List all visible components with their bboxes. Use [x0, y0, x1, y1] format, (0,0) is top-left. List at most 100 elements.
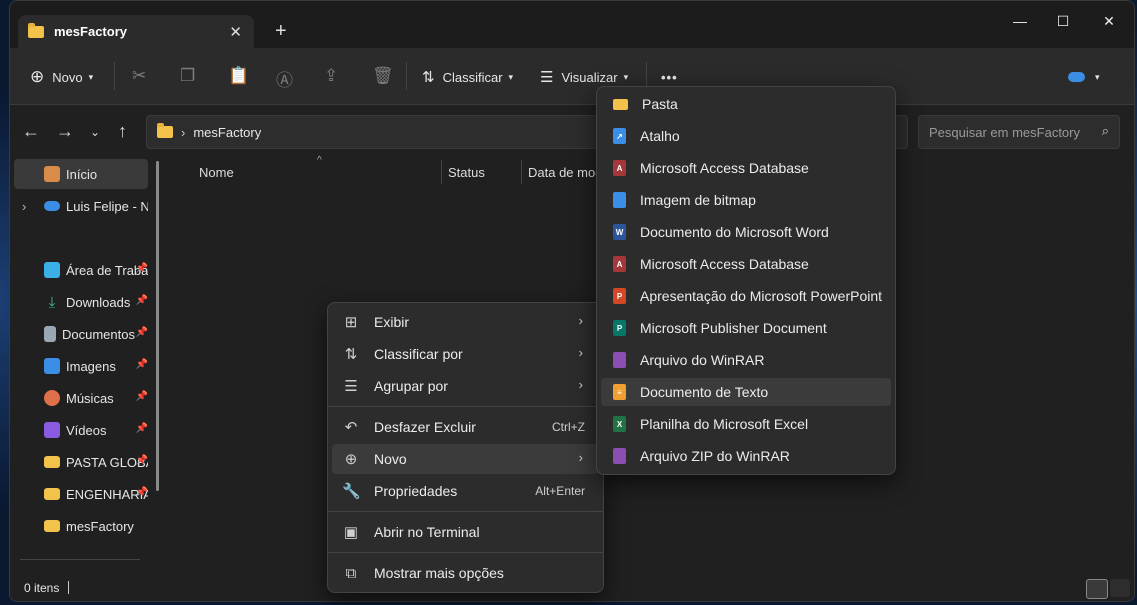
back-button[interactable]: ←	[22, 121, 40, 142]
paste-icon[interactable]: 📋	[228, 66, 249, 86]
access-icon: A	[613, 256, 626, 272]
sidebar-scrollbar[interactable]	[156, 161, 159, 491]
item-count: 0 itens	[24, 581, 60, 595]
column-divider[interactable]	[441, 160, 442, 184]
sidebar-item-pictures[interactable]: Imagens 📌	[14, 351, 148, 381]
column-header-date-modified[interactable]: Data de mod	[528, 165, 602, 180]
rename-icon[interactable]: Ⓐ	[276, 66, 293, 91]
menu-item-propriedades[interactable]: 🔧 Propriedades Alt+Enter	[332, 476, 599, 506]
sidebar-item-videos[interactable]: Vídeos 📌	[14, 415, 148, 445]
winrar-zip-icon	[613, 448, 626, 464]
close-tab-icon[interactable]: ✕	[229, 23, 242, 41]
sidebar-item-documents[interactable]: Documentos 📌	[14, 319, 148, 349]
view-button[interactable]: ☰ Visualizar ▾	[540, 66, 628, 88]
menu-item-desfazer-excluir[interactable]: ↶ Desfazer Excluir Ctrl+Z	[332, 412, 599, 442]
chevron-right-icon: ›	[578, 377, 583, 392]
toolbar-divider	[406, 62, 407, 90]
submenu-item-pasta[interactable]: Pasta	[601, 90, 891, 118]
more-options-button[interactable]: •••	[661, 66, 678, 88]
submenu-item-word[interactable]: W Documento do Microsoft Word	[601, 218, 891, 246]
toolbar-divider	[114, 62, 115, 90]
tiles-view-button[interactable]	[1110, 579, 1130, 597]
menu-item-exibir[interactable]: ⊞ Exibir ›	[332, 307, 599, 337]
sidebar-item-label: Início	[66, 166, 98, 182]
sidebar-item-music[interactable]: Músicas 📌	[14, 383, 148, 413]
submenu-item-label: Microsoft Access Database	[640, 256, 809, 272]
submenu-item-label: Pasta	[642, 96, 678, 112]
music-icon	[44, 390, 60, 406]
network-folder-icon	[44, 456, 60, 468]
menu-item-classificar-por[interactable]: ⇅ Classificar por ›	[332, 339, 599, 369]
search-box[interactable]: Pesquisar em mesFactory ⌕	[918, 115, 1120, 149]
details-view-button[interactable]	[1086, 579, 1108, 599]
submenu-item-winrar[interactable]: Arquivo do WinRAR	[601, 346, 891, 374]
onedrive-button[interactable]: ▾	[1068, 66, 1100, 88]
minimize-button[interactable]: —	[997, 13, 1043, 35]
menu-item-mostrar-mais-opcoes[interactable]: ⧉ Mostrar mais opções	[332, 558, 599, 588]
submenu-item-powerpoint[interactable]: P Apresentação do Microsoft PowerPoint	[601, 282, 891, 310]
submenu-item-text-document[interactable]: ≡ Documento de Texto	[601, 378, 891, 406]
sort-button[interactable]: ⇅ Classificar ▾	[422, 66, 513, 88]
pin-icon: 📌	[135, 423, 148, 434]
sidebar-item-engenharia[interactable]: ENGENHARIA 📌	[14, 479, 148, 509]
menu-item-label: Classificar por	[374, 346, 463, 362]
pin-icon: 📌	[135, 263, 148, 274]
recent-locations-button[interactable]: ⌄	[90, 125, 100, 139]
column-header-status[interactable]: Status	[448, 165, 485, 180]
network-folder-icon	[44, 488, 60, 500]
delete-icon[interactable]: 🗑	[372, 66, 394, 86]
folder-icon	[28, 22, 44, 38]
tab-title: mesFactory	[54, 24, 127, 39]
submenu-item-winrar-zip[interactable]: Arquivo ZIP do WinRAR	[601, 442, 891, 470]
command-bar: ⊕ Novo ▾ ✂ ❐ 📋 Ⓐ ⇪ 🗑 ⇅ Classificar ▾ ☰ V…	[10, 48, 1134, 105]
sidebar-item-label: Vídeos	[66, 422, 107, 438]
sidebar-item-desktop[interactable]: Área de Traba 📌	[14, 255, 148, 285]
sidebar-item-mesfactory[interactable]: mesFactory	[14, 511, 148, 541]
close-window-button[interactable]: ✕	[1086, 13, 1132, 35]
menu-item-abrir-terminal[interactable]: ▣ Abrir no Terminal	[332, 517, 599, 547]
search-icon[interactable]: ⌕	[1102, 123, 1109, 139]
submenu-item-label: Microsoft Access Database	[640, 160, 809, 176]
submenu-item-access-database[interactable]: A Microsoft Access Database	[601, 154, 891, 182]
submenu-item-access-database-2[interactable]: A Microsoft Access Database	[601, 250, 891, 278]
submenu-item-atalho[interactable]: ↗ Atalho	[601, 122, 891, 150]
submenu-item-excel[interactable]: X Planilha do Microsoft Excel	[601, 410, 891, 438]
access-icon: A	[613, 160, 626, 176]
plus-circle-icon: ⊕	[344, 451, 358, 468]
menu-item-label: Mostrar mais opções	[374, 565, 504, 581]
copy-icon[interactable]: ❐	[180, 66, 195, 86]
sidebar-item-label: Músicas	[66, 390, 114, 406]
breadcrumb-chevron-icon: ›	[181, 124, 186, 140]
group-icon: ☰	[344, 378, 358, 395]
submenu-item-publisher[interactable]: P Microsoft Publisher Document	[601, 314, 891, 342]
sidebar-item-pasta-global[interactable]: PASTA GLOBA 📌	[14, 447, 148, 477]
new-tab-button[interactable]: +	[275, 21, 287, 41]
new-submenu: Pasta ↗ Atalho A Microsoft Access Databa…	[596, 86, 896, 475]
sidebar-item-home[interactable]: Início	[14, 159, 148, 189]
menu-item-novo[interactable]: ⊕ Novo ›	[332, 444, 599, 474]
submenu-item-bitmap[interactable]: Imagem de bitmap	[601, 186, 891, 214]
tab-mesfactory[interactable]: mesFactory ✕	[18, 15, 254, 48]
sort-icon: ⇅	[344, 346, 358, 363]
sidebar-item-onedrive[interactable]: › Luis Felipe - Nev	[14, 191, 148, 221]
breadcrumb-item[interactable]: mesFactory	[193, 125, 261, 140]
cut-icon[interactable]: ✂	[132, 66, 146, 86]
new-button[interactable]: ⊕ Novo ▾	[30, 66, 93, 88]
column-header-name[interactable]: Nome	[199, 165, 234, 180]
column-divider[interactable]	[521, 160, 522, 184]
up-button[interactable]: ↑	[118, 121, 127, 142]
sidebar-divider	[20, 559, 140, 560]
navigation-bar: ← → ⌄ ↑ › mesFactory Pesquisar em mesFac…	[10, 105, 1134, 155]
excel-icon: X	[613, 416, 626, 432]
plus-circle-icon: ⊕	[30, 67, 45, 86]
sidebar-item-downloads[interactable]: ⤓ Downloads 📌	[14, 287, 148, 317]
chevron-right-icon: ›	[578, 450, 583, 465]
submenu-item-label: Documento de Texto	[640, 384, 769, 400]
maximize-button[interactable]: ☐	[1040, 13, 1086, 35]
sidebar-item-label: Downloads	[66, 294, 131, 310]
forward-button[interactable]: →	[56, 121, 74, 142]
menu-item-agrupar-por[interactable]: ☰ Agrupar por ›	[332, 371, 599, 401]
menu-item-label: Exibir	[374, 314, 410, 330]
share-icon[interactable]: ⇪	[324, 66, 338, 86]
pin-icon: 📌	[135, 391, 148, 402]
